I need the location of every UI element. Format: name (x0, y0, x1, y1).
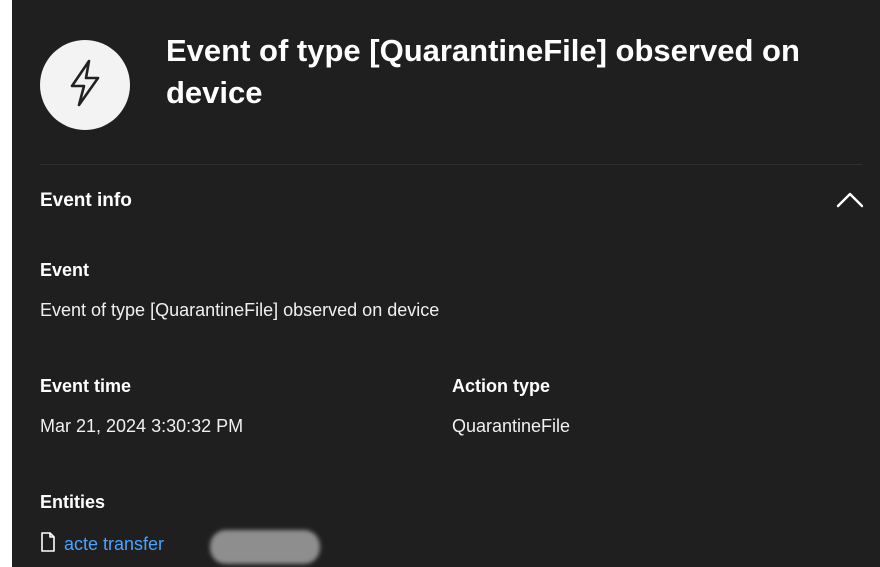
chevron-up-icon[interactable] (836, 192, 864, 213)
page-title: Event of type [QuarantineFile] observed … (166, 33, 800, 110)
entities-label: Entities (40, 492, 106, 512)
redaction-blur (210, 530, 320, 564)
lightning-icon (63, 57, 107, 114)
header-divider (40, 164, 862, 165)
collapse-button[interactable] (834, 186, 866, 218)
section-title: Event info (40, 190, 132, 211)
event-icon-badge (40, 40, 130, 130)
file-icon (40, 531, 56, 557)
event-time-label: Event time (40, 376, 132, 396)
event-header: Event of type [QuarantineFile] observed … (40, 32, 840, 132)
action-type-label: Action type (452, 376, 551, 396)
event-info-section-header[interactable]: Event info (40, 186, 866, 220)
event-value: Event of type [QuarantineFile] observed … (40, 300, 440, 320)
entity-name-prefix[interactable]: acte transfer (64, 534, 164, 554)
event-time-value: Mar 21, 2024 3:30:32 PM (40, 416, 244, 436)
action-type-value: QuarantineFile (452, 416, 571, 436)
event-label: Event (40, 260, 90, 280)
event-details-panel: Event of type [QuarantineFile] observed … (12, 0, 880, 567)
